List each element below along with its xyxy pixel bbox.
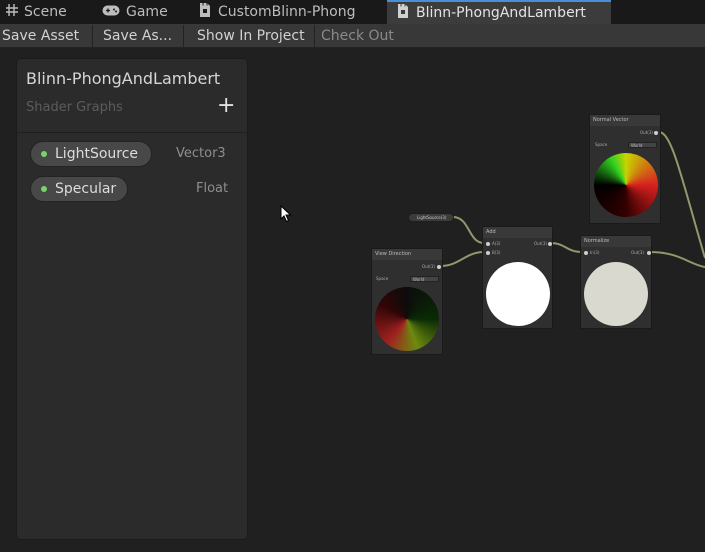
exposed-dot-icon [41,151,47,157]
blackboard-subtitle: Shader Graphs [26,100,123,115]
input-port-a[interactable] [486,242,490,246]
property-name: Specular [55,181,117,197]
node-output-label: Out(3) [640,130,653,135]
space-dropdown[interactable]: World [410,276,439,282]
normal-vector-preview [594,153,658,217]
space-label: Space [376,276,389,281]
node-normal-vector[interactable]: Normal Vector Out(3) Space World [589,114,661,224]
property-type: Float [196,181,229,196]
output-port[interactable] [437,265,441,269]
node-title: Normalize [581,236,651,247]
node-output-label: Out(3) [534,241,547,246]
property-pill-specular[interactable]: Specular [30,176,128,202]
output-port[interactable] [654,131,658,135]
node-title: View Direction [372,249,442,260]
edge-add-to-normalize [549,242,583,253]
blackboard-panel: Blinn-PhongAndLambert Shader Graphs + Li… [16,58,248,540]
edge-normalize-out [649,251,705,268]
node-title: Normal Vector [590,115,660,126]
blackboard-title: Blinn-PhongAndLambert [26,69,221,88]
input-a-label: A(3) [492,241,501,246]
divider [17,132,247,133]
mouse-cursor-icon [280,204,292,227]
property-name: LightSource [55,146,139,162]
exposed-dot-icon [41,186,47,192]
property-node-label: LightSource(3) [417,215,447,220]
node-output-label: Out(3) [422,264,435,269]
node-view-direction[interactable]: View Direction Out(3) Space World [371,248,443,355]
normalize-preview [584,262,648,326]
edge-lightsource-to-add-a [452,216,485,244]
node-normalize[interactable]: Normalize In(3) Out(3) [580,235,652,329]
output-port[interactable] [548,242,552,246]
edge-normal-vector-out [658,131,705,259]
add-property-button[interactable]: + [217,93,235,118]
node-output-label: Out(3) [631,250,644,255]
node-add[interactable]: Add A(3) B(3) Out(3) [482,226,553,329]
space-label: Space [595,142,608,147]
input-port[interactable] [584,251,588,255]
space-dropdown[interactable]: World [628,142,657,148]
edge-view-direction-to-add-b [439,251,485,267]
add-preview [486,262,550,326]
input-b-label: B(3) [492,250,501,255]
property-type: Vector3 [176,146,226,161]
node-title: Add [483,227,552,238]
input-port-b[interactable] [486,251,490,255]
output-port[interactable] [647,251,651,255]
view-direction-preview [375,287,439,351]
property-pill-lightsource[interactable]: LightSource [30,141,152,167]
node-lightsource-property[interactable]: LightSource(3) [408,213,454,222]
input-label: In(3) [590,250,600,255]
